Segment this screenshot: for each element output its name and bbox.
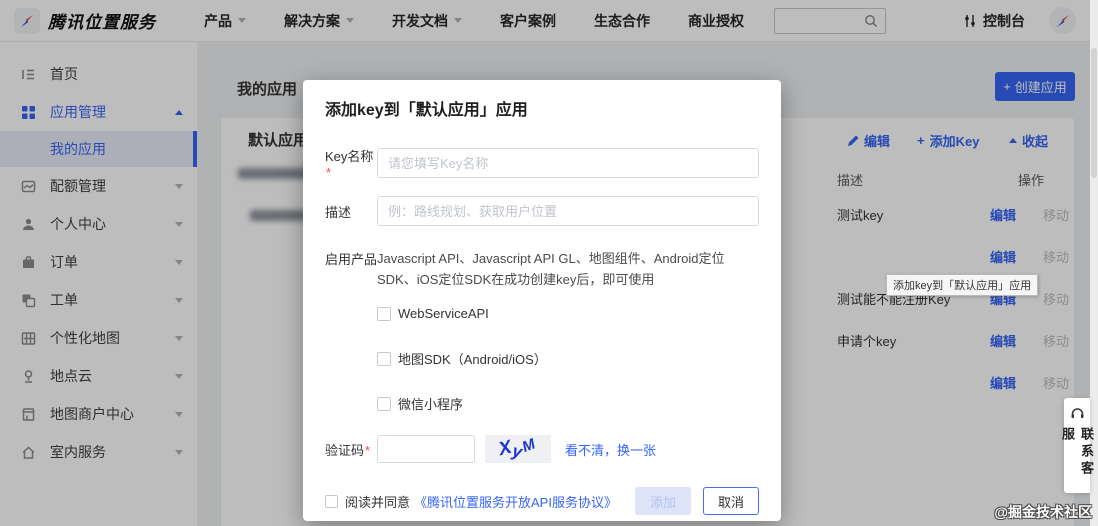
watermark: @掘金技术社区 [994,504,1092,520]
products-row: 启用产品 Javascript API、Javascript API GL、地图… [325,248,759,290]
scrollbar-thumb[interactable] [1091,48,1097,178]
cancel-button[interactable]: 取消 [703,487,759,515]
required-asterisk: * [326,165,332,180]
add-key-modal: 添加key到「默认应用」应用 Key名称* 描述 启用产品 Javascript… [303,80,781,521]
headset-icon [1070,406,1085,421]
checkbox-map-sdk[interactable]: 地图SDK（Android/iOS） [377,349,759,368]
key-name-row: Key名称* [325,146,759,180]
products-label: 启用产品 [325,252,378,267]
checkbox-icon[interactable] [377,351,391,366]
required-asterisk: * [365,442,371,458]
checkbox-icon[interactable] [377,396,391,411]
agreement-text: 阅读并同意 [345,494,411,510]
key-name-label: Key名称* [325,149,374,180]
contact-support-widget[interactable]: 联系客服 [1060,398,1094,493]
checkbox-icon[interactable] [377,306,391,321]
modal-footer: 阅读并同意 《腾讯位置服务开放API服务协议》 添加 取消 [325,487,759,515]
captcha-row: 验证码* X y M 看不清，换一张 [325,435,759,463]
captcha-input[interactable] [377,435,475,463]
description-input[interactable] [377,196,759,226]
agreement-checkbox[interactable] [325,494,338,508]
add-button[interactable]: 添加 [635,487,691,515]
captcha-image: X y M [485,435,551,463]
contact-support-label: 联系客服 [1060,427,1094,478]
agreement-link[interactable]: 《腾讯位置服务开放API服务协议》 [414,492,617,511]
checkbox-webservice-api[interactable]: WebServiceAPI [377,306,759,321]
captcha-refresh-link[interactable]: 看不清，换一张 [565,440,656,459]
description-row: 描述 [325,196,759,226]
key-name-input[interactable] [377,148,759,178]
description-label: 描述 [325,204,352,220]
checkbox-wechat-miniprogram[interactable]: 微信小程序 [377,394,759,413]
captcha-label: 验证码* [325,442,371,458]
products-note: Javascript API、Javascript API GL、地图组件、An… [377,251,725,287]
modal-title: 添加key到「默认应用」应用 [325,102,528,119]
add-key-tooltip: 添加key到「默认应用」应用 [886,274,1039,296]
